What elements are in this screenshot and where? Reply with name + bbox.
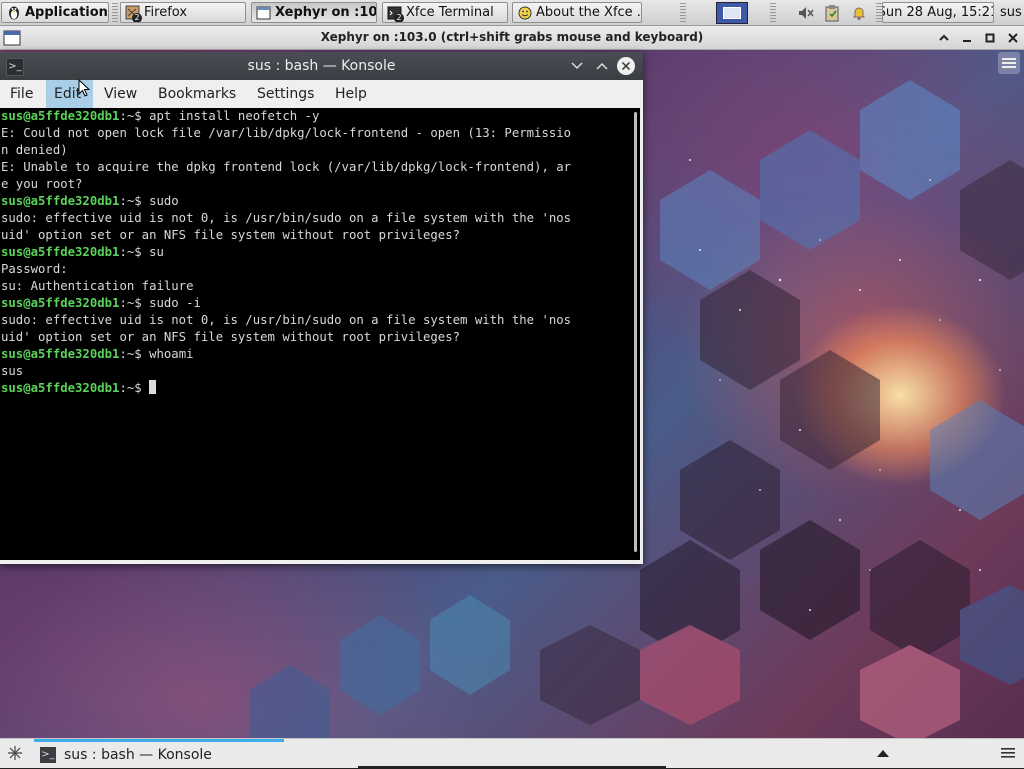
terminal-line: uid' option set or an NFS file system wi… — [1, 228, 461, 242]
terminal-line: e you root? — [1, 177, 83, 191]
prompt-user-host: sus@a5ffde320db1 — [1, 245, 120, 259]
prompt-suffix: :~$ — [119, 245, 150, 259]
notification-bell-icon[interactable] — [850, 4, 868, 22]
close-icon[interactable] — [617, 57, 635, 75]
terminal-line: sus@a5ffde320db1:~$ sudo — [0, 193, 640, 210]
taskbar-about-xfce[interactable]: About the Xfce ... — [512, 2, 642, 23]
prompt-user-host: sus@a5ffde320db1 — [1, 381, 120, 395]
konsole-menubar: File Edit View Bookmarks Settings Help — [0, 80, 643, 108]
penguin-icon — [6, 5, 21, 20]
mouse-pointer-icon — [78, 79, 90, 97]
clock-text: Sun 28 Aug, 15:21 — [882, 5, 994, 20]
chevron-up-icon[interactable] — [592, 56, 612, 76]
terminal-line: E: Unable to acquire the dpkg frontend l… — [1, 160, 572, 174]
terminal-line: sus@a5ffde320db1:~$ su — [0, 244, 640, 261]
terminal-line: E: Could not open lock file /var/lib/dpk… — [1, 126, 572, 140]
panel-options-icon[interactable] — [999, 744, 1017, 762]
terminal-line: Password: — [1, 262, 68, 276]
xfce-top-panel: Applications 2 Firefox Xephyr on :10... … — [0, 0, 1024, 26]
prompt-user-host: sus@a5ffde320db1 — [1, 296, 120, 310]
menu-bookmarks[interactable]: Bookmarks — [150, 80, 244, 108]
text-cursor — [149, 380, 157, 394]
taskbar-konsole[interactable]: >_ sus : bash — Konsole — [34, 739, 284, 768]
prompt-user-host: sus@a5ffde320db1 — [1, 194, 120, 208]
xephyr-title: Xephyr on :103.0 (ctrl+shift grabs mouse… — [320, 30, 704, 44]
kde-bottom-panel: >_ sus : bash — Konsole — [0, 738, 1024, 769]
chevron-up-icon[interactable] — [935, 29, 953, 47]
firefox-icon: 2 — [125, 5, 142, 22]
konsole-title: sus : bash — Konsole — [247, 58, 396, 74]
prompt-user-host: sus@a5ffde320db1 — [1, 347, 120, 361]
clipboard-icon[interactable] — [823, 4, 841, 22]
taskbar-xfce-terminal-label: Xfce Terminal — [406, 5, 494, 20]
terminal-line: sus@a5ffde320db1:~$ — [0, 380, 640, 397]
prompt-suffix: :~$ — [119, 194, 150, 208]
taskbar-xephyr[interactable]: Xephyr on :10... — [251, 2, 377, 23]
panel-separator — [112, 3, 118, 23]
desktop-toolbox-icon[interactable] — [998, 52, 1020, 74]
prompt-suffix: :~$ — [119, 347, 150, 361]
taskbar-xephyr-label: Xephyr on :10... — [275, 5, 377, 20]
menu-settings[interactable]: Settings — [249, 80, 322, 108]
application-launcher-icon[interactable] — [6, 744, 24, 762]
terminal-line: sus@a5ffde320db1:~$ apt install neofetch… — [0, 108, 640, 125]
smiley-icon — [517, 5, 532, 20]
xephyr-titlebar: Xephyr on :103.0 (ctrl+shift grabs mouse… — [0, 26, 1024, 50]
terminal-scrollbar[interactable] — [634, 112, 637, 552]
terminal-command: whoami — [149, 347, 194, 361]
terminal-command: su — [149, 245, 164, 259]
prompt-user-host: sus@a5ffde320db1 — [1, 109, 120, 123]
taskbar-firefox[interactable]: 2 Firefox — [120, 2, 246, 23]
terminal-icon: 2 — [387, 5, 404, 22]
prompt-suffix: :~$ — [119, 109, 150, 123]
konsole-titlebar[interactable]: >_ sus : bash — Konsole — [0, 52, 643, 80]
terminal-command: apt install neofetch -y — [149, 109, 320, 123]
window-count-badge: 2 — [132, 13, 142, 22]
window-icon — [256, 5, 271, 20]
terminal-line: su: Authentication failure — [1, 279, 194, 293]
terminal-line: sus@a5ffde320db1:~$ whoami — [0, 346, 640, 363]
terminal-line: sus@a5ffde320db1:~$ sudo -i — [0, 295, 640, 312]
menu-file[interactable]: File — [2, 80, 41, 108]
prompt-suffix: :~$ — [119, 381, 150, 395]
taskbar-xfce-terminal[interactable]: 2 Xfce Terminal — [382, 2, 508, 23]
konsole-window[interactable]: >_ sus : bash — Konsole File Edit View B… — [0, 52, 643, 564]
panel-separator — [770, 3, 776, 23]
konsole-app-icon: >_ — [40, 747, 56, 763]
workspace-switcher[interactable] — [716, 2, 748, 24]
user-menu[interactable]: sus — [1000, 5, 1022, 20]
system-tray-expand-icon[interactable] — [874, 744, 892, 762]
workspace-window-preview — [723, 7, 741, 19]
applications-menu-button[interactable]: Applications — [1, 2, 109, 23]
prompt-suffix: :~$ — [119, 296, 150, 310]
chevron-down-icon[interactable] — [567, 56, 587, 76]
maximize-icon[interactable] — [981, 29, 999, 47]
panel-separator — [680, 3, 686, 23]
window-count-badge: 2 — [394, 13, 404, 22]
terminal-line: sus — [1, 364, 24, 378]
clock[interactable]: Sun 28 Aug, 15:21 — [882, 2, 994, 23]
terminal-line: sudo: effective uid is not 0, is /usr/bi… — [1, 313, 572, 327]
taskbar-about-xfce-label: About the Xfce ... — [536, 5, 642, 20]
volume-muted-icon[interactable] — [797, 4, 815, 22]
applications-label: Applications — [25, 5, 109, 20]
taskbar-firefox-label: Firefox — [144, 5, 188, 20]
close-icon[interactable] — [1004, 29, 1022, 47]
terminal-line: uid' option set or an NFS file system wi… — [1, 330, 461, 344]
terminal-command: sudo -i — [149, 296, 201, 310]
menu-view[interactable]: View — [96, 80, 145, 108]
terminal-command: sudo — [149, 194, 179, 208]
taskbar-konsole-label: sus : bash — Konsole — [64, 747, 212, 763]
terminal-line: sudo: effective uid is not 0, is /usr/bi… — [1, 211, 572, 225]
terminal-line: n denied) — [1, 143, 68, 157]
terminal-output[interactable]: sus@a5ffde320db1:~$ apt install neofetch… — [0, 108, 640, 560]
menu-help[interactable]: Help — [327, 80, 375, 108]
minimize-icon[interactable] — [958, 29, 976, 47]
